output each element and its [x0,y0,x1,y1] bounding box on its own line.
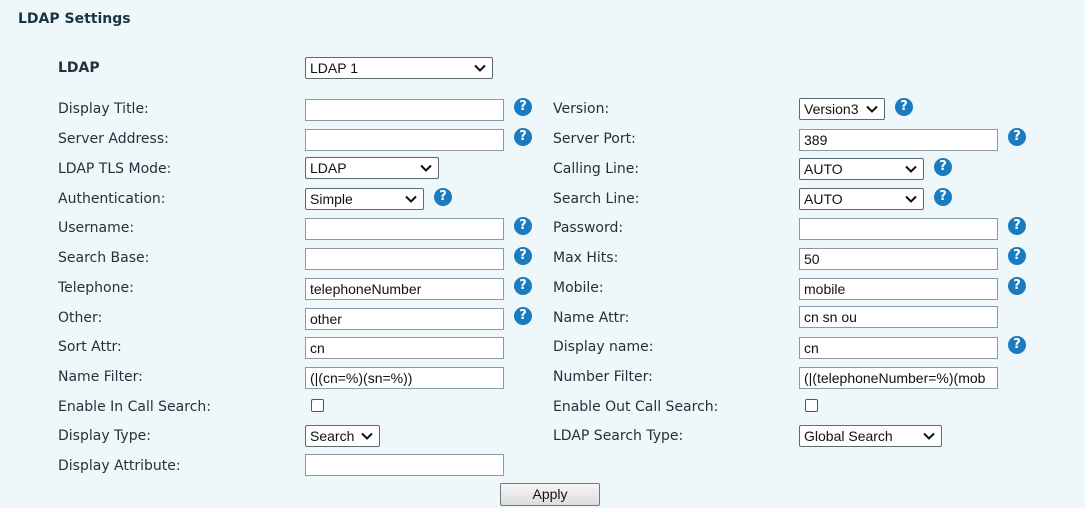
telephone-label: Telephone: [58,280,134,296]
help-icon[interactable]: ? [1008,247,1026,265]
password-label: Password: [553,220,624,236]
mobile-input[interactable]: mobile [799,278,998,300]
help-icon[interactable]: ? [934,158,952,176]
help-icon[interactable]: ? [1008,217,1026,235]
password-input[interactable] [799,218,998,240]
out-call-search-label: Enable Out Call Search: [553,399,719,415]
search-base-label: Search Base: [58,250,150,266]
apply-button[interactable]: Apply [500,483,600,506]
help-icon[interactable]: ? [934,188,952,206]
display-attribute-input[interactable] [305,454,504,476]
section-title: LDAP Settings [18,11,131,27]
chevron-down-icon [923,432,935,440]
search-line-label: Search Line: [553,191,640,207]
display-title-label: Display Title: [58,101,149,117]
chevron-down-icon [905,195,917,203]
name-attr-label: Name Attr: [553,310,630,326]
help-icon[interactable]: ? [434,188,452,206]
ldap-select[interactable]: LDAP 1 [305,57,493,79]
help-icon[interactable]: ? [514,217,532,235]
chevron-down-icon [905,165,917,173]
display-attribute-label: Display Attribute: [58,458,181,474]
chevron-down-icon [866,105,878,113]
help-icon[interactable]: ? [514,307,532,325]
tls-mode-label: LDAP TLS Mode: [58,161,172,177]
ldap-label: LDAP [58,60,100,76]
max-hits-input[interactable]: 50 [799,248,998,270]
search-type-select[interactable]: Global Search [799,425,942,447]
server-address-label: Server Address: [58,131,169,147]
display-type-select[interactable]: Search [305,425,380,447]
version-select[interactable]: Version3 [799,98,885,120]
help-icon[interactable]: ? [1008,336,1026,354]
search-line-select[interactable]: AUTO [799,188,924,210]
username-input[interactable] [305,218,504,240]
mobile-label: Mobile: [553,280,604,296]
telephone-input[interactable]: telephoneNumber [305,278,504,300]
display-name-input[interactable]: cn [799,337,998,359]
help-icon[interactable]: ? [895,98,913,116]
number-filter-input[interactable]: (|(telephoneNumber=%)(mob [799,367,998,389]
number-filter-label: Number Filter: [553,369,653,385]
in-call-search-checkbox[interactable] [311,399,324,412]
sort-attr-input[interactable]: cn [305,337,504,359]
in-call-search-label: Enable In Call Search: [58,399,211,415]
chevron-down-icon [405,195,417,203]
other-input[interactable]: other [305,308,504,330]
search-type-label: LDAP Search Type: [553,428,684,444]
name-filter-label: Name Filter: [58,369,143,385]
help-icon[interactable]: ? [1008,277,1026,295]
search-base-input[interactable] [305,248,504,270]
help-icon[interactable]: ? [514,98,532,116]
max-hits-label: Max Hits: [553,250,619,266]
calling-line-label: Calling Line: [553,161,640,177]
name-filter-input[interactable]: (|(cn=%)(sn=%)) [305,367,504,389]
help-icon[interactable]: ? [514,277,532,295]
chevron-down-icon [474,64,486,72]
authentication-label: Authentication: [58,191,166,207]
chevron-down-icon [361,432,373,440]
help-icon[interactable]: ? [514,128,532,146]
display-name-label: Display name: [553,339,654,355]
version-label: Version: [553,101,610,117]
server-port-input[interactable]: 389 [799,129,998,151]
chevron-down-icon [420,164,432,172]
display-title-input[interactable] [305,99,504,121]
name-attr-input[interactable]: cn sn ou [799,306,998,328]
sort-attr-label: Sort Attr: [58,339,122,355]
help-icon[interactable]: ? [1008,128,1026,146]
server-port-label: Server Port: [553,131,636,147]
server-address-input[interactable] [305,129,504,151]
authentication-select[interactable]: Simple [305,188,424,210]
help-icon[interactable]: ? [514,247,532,265]
username-label: Username: [58,220,135,236]
tls-mode-select[interactable]: LDAP [305,157,439,179]
other-label: Other: [58,310,103,326]
calling-line-select[interactable]: AUTO [799,158,924,180]
display-type-label: Display Type: [58,428,151,444]
out-call-search-checkbox[interactable] [805,399,818,412]
